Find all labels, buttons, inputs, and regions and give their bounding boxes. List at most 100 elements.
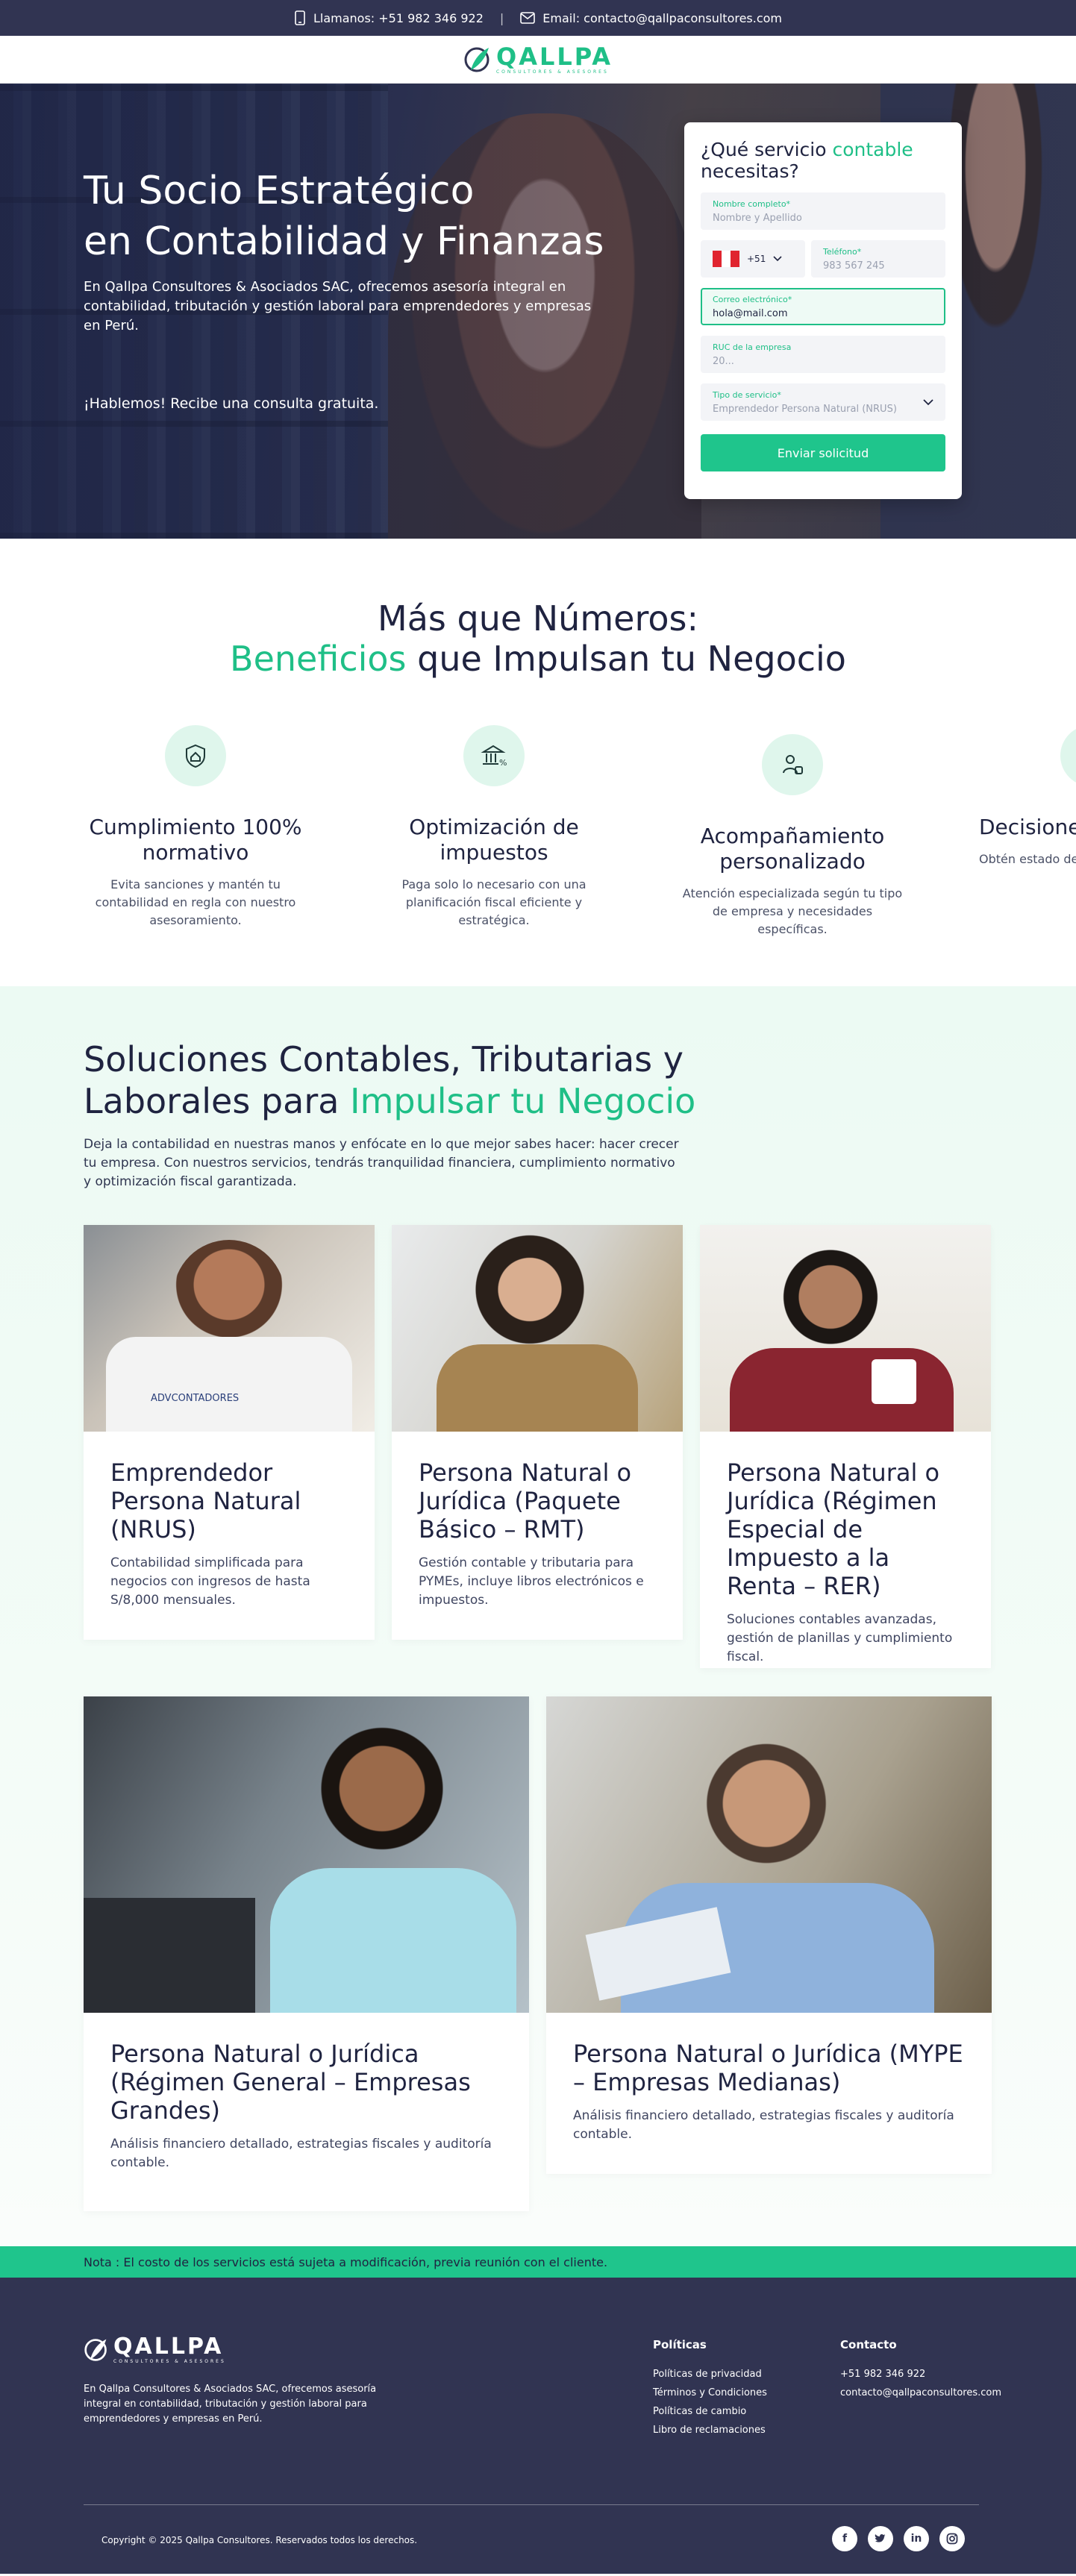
phone-field[interactable]: Teléfono* 983 567 245 (811, 240, 945, 278)
card-image-laptop (84, 1898, 255, 2013)
ruc-field[interactable]: RUC de la empresa 20... (701, 336, 945, 373)
name-placeholder: Nombre y Apellido (713, 213, 802, 224)
footer-phone[interactable]: +51 982 346 922 (840, 2365, 1001, 2384)
footer-policies: Políticas Políticas de privacidad Términ… (653, 2336, 767, 2439)
hero-title-line2: en Contabilidad y Finanzas (84, 219, 604, 264)
card-image-rmt (392, 1225, 683, 1432)
footer-logo[interactable]: QALLPA CONSULTORES & ASESORES (84, 2336, 226, 2364)
card-image-shirt (106, 1337, 352, 1432)
brand-logo[interactable]: QALLPA CONSULTORES & ASESORES (463, 45, 613, 75)
phone-placeholder: 983 567 245 (823, 260, 885, 272)
hero-section: Tu Socio Estratégico en Contabilidad y Fi… (0, 84, 1076, 539)
hero-cta-text: ¡Hablemos! Recibe una consulta gratuita. (84, 395, 379, 412)
form-title-a: ¿Qué servicio (701, 139, 833, 160)
benefit-card: Cumplimiento 100% normativo Evita sancio… (84, 725, 307, 930)
form-title-accent: contable (832, 139, 913, 160)
card-title: Persona Natural o Jurídica (Régimen Gene… (110, 2040, 471, 2125)
instagram-icon[interactable] (939, 2526, 965, 2551)
twitter-icon[interactable] (868, 2526, 893, 2551)
footer-brand-tagline: CONSULTORES & ASESORES (113, 2359, 226, 2364)
country-code-select[interactable]: +51 (701, 240, 805, 278)
chart-icon (1060, 725, 1076, 786)
card-text: Análisis financiero detallado, estrategi… (573, 2108, 954, 2142)
link-privacy-policy[interactable]: Políticas de privacidad (653, 2365, 767, 2384)
benefit-title: Decisiones se (979, 815, 1076, 839)
copyright: Copyright © 2025 Qallpa Consultores. Res… (101, 2535, 418, 2545)
footer-contact: Contacto +51 982 346 922 contacto@qallpa… (840, 2336, 1001, 2402)
service-card[interactable]: Persona Natural o Jurídica (Paquete Bási… (392, 1225, 683, 1640)
card-text: Gestión contable y tributaria para PYMEs… (419, 1555, 644, 1608)
brand-tagline: CONSULTORES & ASESORES (495, 69, 609, 75)
phone-text: Llamanos: +51 982 346 922 (313, 10, 484, 25)
leaf-logo-icon (84, 2339, 107, 2361)
service-card[interactable]: Persona Natural o Jurídica (Régimen Gene… (84, 1696, 529, 2211)
card-text: Análisis financiero detallado, estrategi… (110, 2137, 492, 2170)
benefit-card: Decisiones se Obtén estado detallados p … (979, 725, 1076, 868)
facebook-icon[interactable]: f (832, 2526, 857, 2551)
linkedin-icon[interactable]: in (904, 2526, 929, 2551)
link-complaints-book[interactable]: Libro de reclamaciones (653, 2421, 767, 2439)
card-image-caption: ADVCONTADORES (151, 1393, 240, 1404)
card-image-general (84, 1696, 529, 2013)
benefits-section: Más que Números: Beneficios que Impulsan … (0, 539, 1076, 986)
card-image-face (173, 1240, 285, 1352)
solutions-lead: Deja la contabilidad en nuestras manos y… (84, 1137, 679, 1189)
benefit-title: Acompañamiento personalizado (700, 824, 885, 874)
footer-divider (84, 2504, 979, 2505)
card-title: Persona Natural o Jurídica (Régimen Espe… (727, 1458, 940, 1600)
hero-subtitle: En Qallpa Consultores & Asociados SAC, o… (84, 279, 592, 333)
hero-title: Tu Socio Estratégico en Contabilidad y Fi… (84, 166, 621, 267)
solutions-section: Soluciones Contables, Tributarias y Labo… (0, 986, 1076, 2246)
peru-flag-icon (713, 251, 739, 267)
email-contact[interactable]: Email: contacto@qallpaconsultores.com (520, 11, 782, 25)
service-card[interactable]: Persona Natural o Jurídica (MYPE – Empre… (546, 1696, 992, 2174)
benefit-card: % Optimización de impuestos Paga solo lo… (382, 725, 606, 930)
benefit-text: Obtén estado detallados p de (979, 852, 1076, 866)
service-type-select[interactable]: Tipo de servicio* Emprendedor Persona Na… (701, 383, 945, 421)
submit-button[interactable]: Enviar solicitud (701, 434, 945, 471)
header: QALLPA CONSULTORES & ASESORES (0, 36, 1076, 84)
phone-label: Teléfono* (823, 247, 862, 257)
solutions-title: Soluciones Contables, Tributarias y Labo… (84, 1038, 755, 1122)
card-title: Persona Natural o Jurídica (MYPE – Empre… (573, 2040, 963, 2096)
card-image-jacket (437, 1344, 638, 1432)
form-title: ¿Qué servicio contable necesitas? (701, 139, 945, 182)
chevron-down-icon (773, 256, 782, 262)
leaf-logo-icon (464, 47, 489, 72)
email-icon (520, 12, 536, 24)
card-image-face-2 (474, 1232, 586, 1359)
email-text: Email: contacto@qallpaconsultores.com (542, 10, 783, 25)
service-label: Tipo de servicio* (713, 389, 781, 400)
name-field[interactable]: Nombre completo* Nombre y Apellido (701, 192, 945, 230)
benefits-grid: Cumplimiento 100% normativo Evita sancio… (84, 725, 1076, 949)
shield-house-icon (165, 725, 226, 786)
link-exchange-policy[interactable]: Políticas de cambio (653, 2402, 767, 2421)
social-links: f in (832, 2526, 965, 2551)
card-text: Soluciones contables avanzadas, gestión … (727, 1612, 953, 1664)
ruc-placeholder: 20... (713, 356, 734, 367)
svg-text:%: % (499, 758, 507, 768)
benefit-text: Evita sanciones y mantén tu contabilidad… (95, 877, 296, 927)
topbar-separator: | (499, 10, 504, 25)
benefits-title-rest: que Impulsan tu Negocio (406, 639, 846, 679)
service-card[interactable]: ADVCONTADORES Emprendedor Persona Natura… (84, 1225, 375, 1640)
chevron-down-icon (923, 398, 933, 405)
phone-icon (295, 10, 305, 25)
policies-title: Políticas (653, 2338, 707, 2351)
footer-description: En Qallpa Consultores & Asociados SAC, o… (84, 2384, 377, 2425)
phone-contact[interactable]: Llamanos: +51 982 346 922 (294, 10, 484, 25)
link-terms[interactable]: Términos y Condiciones (653, 2384, 767, 2402)
card-text: Contabilidad simplificada para negocios … (110, 1555, 310, 1608)
benefit-text: Atención especializada según tu tipo de … (682, 886, 903, 936)
benefit-card: Acompañamiento personalizado Atención es… (681, 725, 904, 938)
benefit-text: Paga solo lo necesario con una planifica… (401, 877, 587, 927)
card-image-face-4 (307, 1711, 457, 1883)
benefits-title-line1: Más que Números: (378, 598, 698, 639)
card-image-nrus: ADVCONTADORES (84, 1225, 375, 1432)
service-card[interactable]: Persona Natural o Jurídica (Régimen Espe… (700, 1225, 991, 1668)
benefits-title: Más que Números: Beneficios que Impulsan … (0, 598, 1076, 679)
email-field[interactable]: Correo electrónico* hola@mail.com (701, 288, 945, 325)
hero-text: Tu Socio Estratégico en Contabilidad y Fi… (84, 166, 621, 412)
card-title: Persona Natural o Jurídica (Paquete Bási… (419, 1458, 632, 1544)
footer-email[interactable]: contacto@qallpaconsultores.com (840, 2384, 1001, 2402)
